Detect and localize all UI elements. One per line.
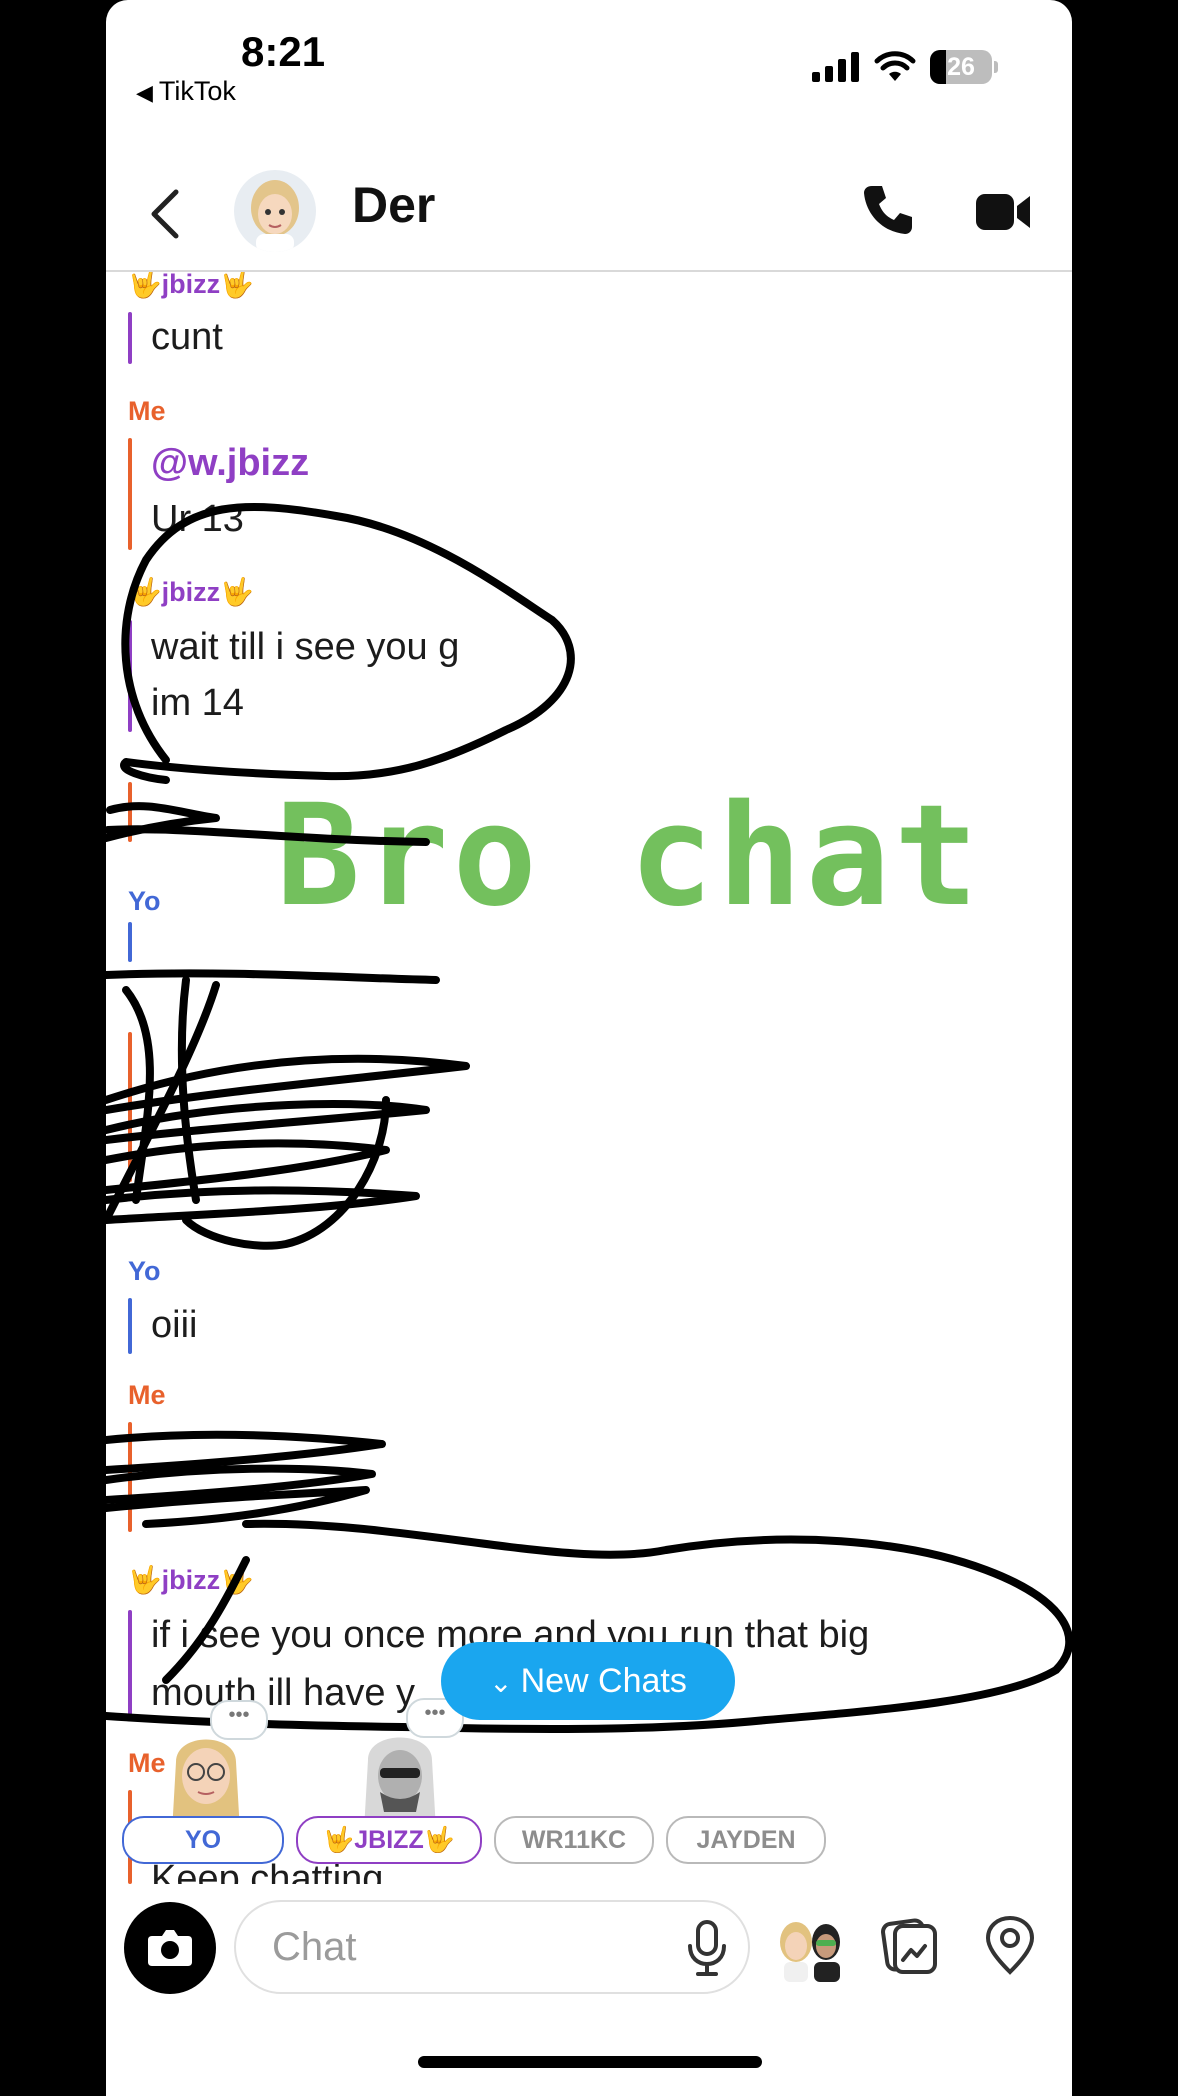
camera-icon xyxy=(148,1930,192,1966)
chip-jayden[interactable]: JAYDEN xyxy=(666,1816,826,1864)
battery-icon: 26 xyxy=(930,50,998,84)
snapchat-chat-screen: 8:21 ◀ TikTok 26 Der 🤟jbizz🤟 cunt Me @w.… xyxy=(106,0,1072,2096)
sender-label-me: Me xyxy=(128,396,166,426)
composer-bar xyxy=(106,1884,1072,2096)
message-text: cunt xyxy=(151,316,223,358)
mention-text[interactable]: @w.jbizz xyxy=(151,442,309,485)
chat-input[interactable] xyxy=(234,1900,750,1994)
avatar[interactable] xyxy=(234,170,316,252)
typing-chips: YO 🤟JBIZZ🤟 WR11KC JAYDEN xyxy=(122,1816,826,1864)
battery-level: 26 xyxy=(947,53,975,81)
chip-wr11kc[interactable]: WR11KC xyxy=(494,1816,654,1864)
phone-icon[interactable] xyxy=(858,180,918,240)
memories-icon[interactable] xyxy=(881,1914,939,1976)
message-text: Ur 13 xyxy=(151,498,244,540)
message-bar xyxy=(128,782,132,842)
message-bar xyxy=(128,620,132,732)
chat-title[interactable]: Der xyxy=(352,176,435,234)
new-chats-label: New Chats xyxy=(520,1662,687,1700)
back-chevron-icon[interactable] xyxy=(146,188,186,240)
new-chats-button[interactable]: ⌄ New Chats xyxy=(441,1642,735,1720)
message-text: mouth ill have y xyxy=(151,1672,416,1714)
message-text: im 14 xyxy=(151,682,244,724)
message-bar xyxy=(128,1298,132,1354)
sender-label-yo: Yo xyxy=(128,886,161,916)
sender-label-yo: Yo xyxy=(128,1256,161,1286)
chip-yo[interactable]: YO xyxy=(122,1816,284,1864)
camera-button[interactable] xyxy=(124,1902,216,1994)
bitmoji-icon[interactable] xyxy=(770,1912,850,1984)
sender-label-jbizz: 🤟jbizz🤟 xyxy=(128,1565,254,1595)
back-to-app-link[interactable]: ◀ TikTok xyxy=(136,76,236,107)
typing-indicator: ••• xyxy=(210,1700,268,1740)
message-bar xyxy=(128,1032,132,1182)
video-icon[interactable] xyxy=(974,184,1034,240)
map-pin-icon[interactable] xyxy=(982,1914,1038,1976)
sender-label-jbizz: 🤟jbizz🤟 xyxy=(128,272,254,299)
chat-header: Der xyxy=(106,160,1072,272)
back-app-label: TikTok xyxy=(158,76,236,106)
chevron-down-icon: ⌄ xyxy=(489,1667,513,1698)
status-time: 8:21 xyxy=(241,28,326,75)
message-bar xyxy=(128,438,132,550)
status-icons: 26 xyxy=(812,50,998,84)
home-indicator[interactable] xyxy=(418,2056,762,2068)
overlay-caption: Bro chat xyxy=(276,775,983,938)
microphone-icon[interactable] xyxy=(682,1920,732,1976)
back-triangle-icon: ◀ xyxy=(136,80,153,105)
chip-jbizz[interactable]: 🤟JBIZZ🤟 xyxy=(296,1816,482,1864)
sender-label-me: Me xyxy=(128,1380,166,1410)
signal-icon xyxy=(812,52,859,82)
message-text: oiii xyxy=(151,1304,198,1346)
message-bar xyxy=(128,922,132,962)
message-bar xyxy=(128,1422,132,1532)
sender-label-jbizz: 🤟jbizz🤟 xyxy=(128,577,254,607)
message-bar xyxy=(128,312,132,364)
wifi-icon xyxy=(874,51,916,81)
message-bar xyxy=(128,1610,132,1720)
message-text: wait till i see you g xyxy=(151,626,460,668)
